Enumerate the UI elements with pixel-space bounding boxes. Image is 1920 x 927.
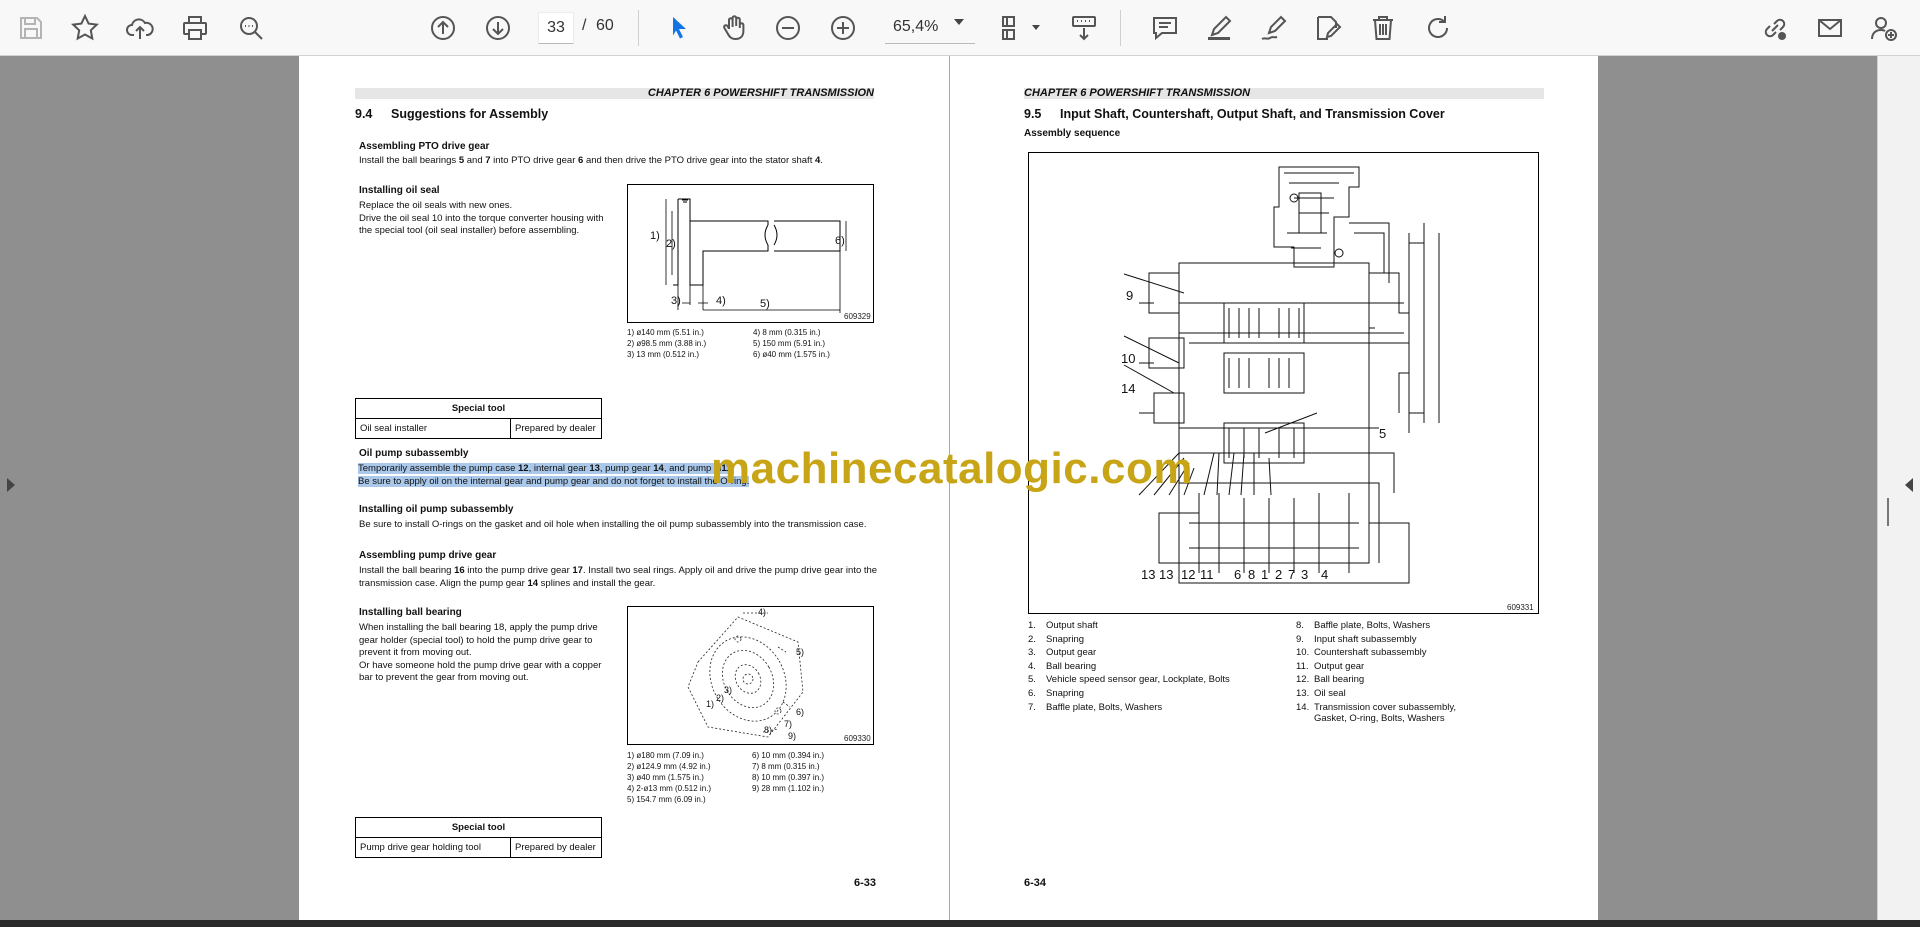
page-up-icon[interactable]	[425, 10, 461, 46]
install-pump-heading: Installing oil pump subassembly	[359, 504, 514, 515]
holding-tool-figure: 4) 5) 3) 2) 1) 6) 7) 8) 9) 609330	[627, 606, 874, 745]
zoom-level-select[interactable]: 65,4%	[885, 12, 975, 44]
zoom-out-icon[interactable]	[770, 10, 806, 46]
chevron-down-icon[interactable]	[1031, 24, 1041, 31]
chapter-header: CHAPTER 6 POWERSHIFT TRANSMISSION	[355, 88, 874, 99]
bookmark-star-icon[interactable]	[67, 10, 103, 46]
zoom-in-icon[interactable]	[825, 10, 861, 46]
pump-drive-heading: Assembling pump drive gear	[359, 550, 497, 561]
comment-icon[interactable]	[1147, 10, 1183, 46]
scroll-mode-icon[interactable]	[1066, 10, 1102, 46]
highlight-pen-icon[interactable]	[1201, 10, 1237, 46]
save-icon[interactable]	[13, 10, 49, 46]
toolbar: 33 / 60 65,4%	[0, 0, 1920, 56]
install-pump-text: Be sure to install O-rings on the gasket…	[359, 519, 867, 530]
watermark: machinecatalogic.com	[711, 444, 1193, 493]
assembly-sequence-heading: Assembly sequence	[1024, 128, 1121, 139]
add-user-icon[interactable]	[1866, 10, 1902, 46]
email-icon[interactable]	[1812, 10, 1848, 46]
list-item: 10. Countershaft subassembly	[1296, 647, 1427, 659]
delete-icon[interactable]	[1365, 10, 1401, 46]
ball-bearing-heading: Installing ball bearing	[359, 607, 462, 618]
figure2-legend-left: 1) ø180 mm (7.09 in.) 2) ø124.9 mm (4.92…	[627, 751, 712, 804]
chevron-down-icon[interactable]	[953, 18, 965, 26]
list-item: 9. Input shaft subassembly	[1296, 633, 1417, 645]
pump-drive-text: Install the ball bearing 16 into the pum…	[359, 565, 878, 589]
transmission-cross-section	[1123, 166, 1440, 584]
section-title: 9.5 Input Shaft, Countershaft, Output Sha…	[1024, 107, 1445, 121]
ball-bearing-text: When installing the ball bearing 18, app…	[359, 622, 602, 683]
list-item: 1. Output shaft	[1028, 620, 1098, 631]
special-tool-table: Special tool Oil seal installer Prepared …	[355, 398, 602, 439]
page-folio: 6-34	[1024, 877, 1047, 889]
page-separator: /	[582, 17, 587, 34]
select-cursor-icon[interactable]	[661, 10, 697, 46]
figure2-legend-right: 6) 10 mm (0.394 in.) 7) 8 mm (0.315 in.)…	[752, 751, 825, 793]
expand-panel-arrow[interactable]	[1905, 478, 1913, 492]
bottom-bar	[0, 920, 1920, 927]
cloud-upload-icon[interactable]	[122, 10, 158, 46]
list-item: 8. Baffle plate, Bolts, Washers	[1296, 620, 1431, 631]
list-item: 14. Transmission cover subassembly,	[1296, 701, 1457, 713]
shaft-drawing	[665, 198, 847, 313]
draw-icon[interactable]	[1256, 10, 1292, 46]
page-down-icon[interactable]	[480, 10, 516, 46]
oil-pump-text: Temporarily assemble the pump case 12, i…	[358, 463, 750, 487]
list-item: 6. Snapring	[1028, 687, 1085, 699]
list-item: 7. Baffle plate, Bolts, Washers	[1028, 701, 1163, 713]
parts-list-left: 1. Output shaft 2. Snapring 3. Output gear …	[1028, 619, 1230, 714]
hand-tool-icon[interactable]	[716, 10, 752, 46]
edit-text-icon[interactable]	[1310, 10, 1346, 46]
pto-text: Install the ball bearings 5 and 7 into P…	[359, 155, 823, 166]
print-icon[interactable]	[177, 10, 213, 46]
list-item: 2. Snapring	[1028, 633, 1085, 645]
scrollbar-thumb[interactable]	[1887, 498, 1889, 526]
list-item: 4. Ball bearing	[1028, 660, 1097, 672]
oil-pump-heading: Oil pump subassembly	[359, 448, 469, 459]
zoom-search-icon[interactable]	[233, 10, 269, 46]
page-folio: 6-33	[854, 877, 877, 889]
share-link-icon[interactable]	[1757, 10, 1793, 46]
holding-tool-drawing	[687, 612, 804, 738]
list-item: 12. Ball bearing	[1296, 674, 1365, 686]
section-title: 9.4 Suggestions for Assembly	[355, 107, 549, 121]
list-item: 13. Oil seal	[1296, 687, 1346, 699]
list-item: Gasket, O-ring, Bolts, Washers	[1314, 713, 1445, 725]
fit-page-icon[interactable]	[995, 10, 1031, 46]
list-item: 11. Output gear	[1296, 660, 1365, 672]
oil-seal-heading: Installing oil seal	[359, 185, 440, 196]
pto-heading: Assembling PTO drive gear	[359, 141, 490, 152]
chapter-header: CHAPTER 6 POWERSHIFT TRANSMISSION	[1024, 88, 1544, 99]
oil-seal-text: Replace the oil seals with new ones. Dri…	[359, 200, 604, 236]
parts-list-right: 8. Baffle plate, Bolts, Washers 9. Input s…	[1296, 619, 1456, 723]
list-item: 5. Vehicle speed sensor gear, Lockplate, …	[1028, 674, 1230, 686]
list-item: 3. Output gear	[1028, 647, 1097, 659]
page-total: 60	[596, 17, 614, 34]
right-side-panel	[1877, 56, 1920, 921]
figure1-legend-right: 4) 8 mm (0.315 in.) 5) 150 mm (5.91 in.)…	[753, 328, 830, 359]
transmission-figure: 9 10 14 5 13 13 12 11 6 8 1 2 7 3 4 6093…	[1028, 152, 1539, 614]
special-tool-table: Special tool Pump drive gear holding too…	[355, 817, 602, 858]
page-number-input[interactable]: 33	[538, 12, 574, 44]
oil-seal-installer-figure: 1) 2) 3) 4) 5) 6) 609329	[627, 184, 874, 323]
figure1-legend-left: 1) ø140 mm (5.51 in.) 2) ø98.5 mm (3.88 …	[627, 328, 707, 359]
prev-page-arrow[interactable]	[7, 478, 15, 492]
rotate-icon[interactable]	[1420, 10, 1456, 46]
